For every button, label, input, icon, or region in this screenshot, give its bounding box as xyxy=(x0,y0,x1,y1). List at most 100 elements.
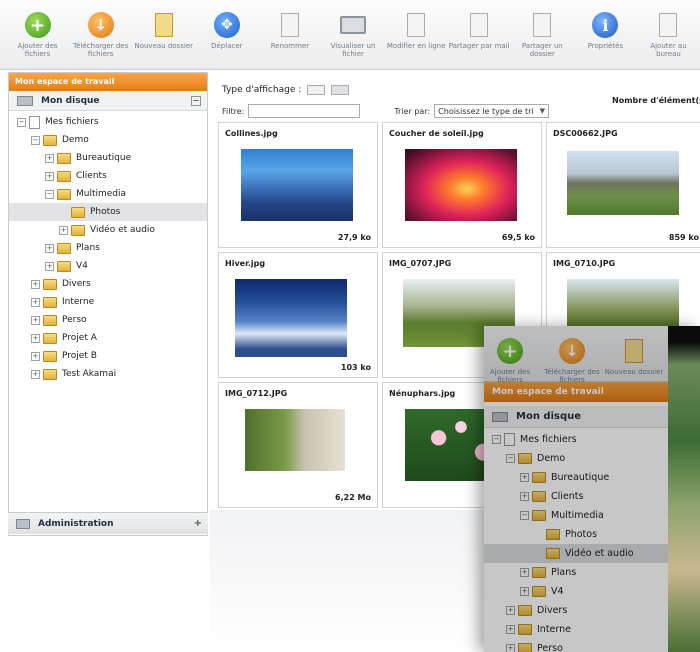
collapse-icon[interactable]: − xyxy=(191,95,201,106)
expand-toggle-icon[interactable]: + xyxy=(31,315,40,325)
share-folder-button[interactable]: Partager un dossier xyxy=(511,0,574,58)
file-card[interactable]: DSC00662.JPG 859 ko xyxy=(546,122,700,248)
tree-node-demo[interactable]: − Demo xyxy=(484,449,668,468)
tree-node-multimedia[interactable]: − Multimedia xyxy=(9,185,207,203)
collapse-toggle-icon[interactable]: − xyxy=(506,454,515,463)
tree-node-vid-o-et-audio[interactable]: + Vidéo et audio xyxy=(9,221,207,239)
tree-node-label: Interne xyxy=(62,297,95,307)
toolbar-button-label: Ajouter au bureau xyxy=(650,42,687,58)
rename-button[interactable]: Renommer xyxy=(258,0,321,50)
file-root-icon xyxy=(504,433,515,446)
tree-node-bureautique[interactable]: + Bureautique xyxy=(9,149,207,167)
sidebar: Mon espace de travail Mon disque − − Mes … xyxy=(8,72,208,536)
expand-toggle-icon[interactable]: + xyxy=(45,171,54,181)
new-folder-button[interactable]: Nouveau dossier xyxy=(132,0,195,50)
collapse-toggle-icon[interactable]: − xyxy=(17,117,26,127)
tree-node-perso[interactable]: + Perso xyxy=(9,311,207,329)
expand-toggle-icon[interactable]: + xyxy=(520,568,529,577)
share-mail-icon xyxy=(464,10,494,40)
expand-toggle-icon[interactable]: + xyxy=(31,297,40,307)
file-name: Coucher de soleil.jpg xyxy=(389,129,484,138)
tree-node-plans[interactable]: + Plans xyxy=(484,563,668,582)
plus-circle-button[interactable]: + Ajouter des fichiers xyxy=(6,0,69,58)
disk-header[interactable]: Mon disque − xyxy=(9,91,207,111)
expand-toggle-icon[interactable]: + xyxy=(506,644,515,652)
edit-online-button[interactable]: Modifier en ligne xyxy=(385,0,448,50)
thumbnail-view-button[interactable] xyxy=(331,85,350,95)
tree-node-label: V4 xyxy=(76,261,88,271)
tree-node-mes-fichiers[interactable]: − Mes fichiers xyxy=(9,113,207,131)
sheet-glyph xyxy=(470,13,489,37)
expand-toggle-icon[interactable]: + xyxy=(31,279,40,289)
file-card[interactable]: IMG_0712.JPG 6,22 Mo xyxy=(218,382,378,508)
expand-icon[interactable]: + xyxy=(194,518,202,529)
folder-icon xyxy=(43,350,57,362)
tree-node-v4[interactable]: + V4 xyxy=(9,257,207,275)
tree-node-label: Mes fichiers xyxy=(45,117,99,127)
tree-node-v4[interactable]: + V4 xyxy=(484,582,668,601)
tree-node-label: Vidéo et audio xyxy=(565,548,634,559)
download-circle-button[interactable]: ↓ Télécharger des fichiers xyxy=(69,0,132,58)
folder-icon xyxy=(57,260,71,272)
share-mail-button[interactable]: Partager par mail xyxy=(448,0,511,50)
expand-toggle-icon[interactable]: + xyxy=(506,625,515,634)
collapse-toggle-icon[interactable]: − xyxy=(492,435,501,444)
tree-node-plans[interactable]: + Plans xyxy=(9,239,207,257)
expand-toggle-icon[interactable]: + xyxy=(506,606,515,615)
tree-node-interne[interactable]: + Interne xyxy=(484,620,668,639)
tree-node-multimedia[interactable]: − Multimedia xyxy=(484,506,668,525)
add-desktop-button[interactable]: Ajouter au bureau xyxy=(637,0,700,58)
tree-node-projet-b[interactable]: + Projet B xyxy=(9,347,207,365)
expand-toggle-icon[interactable]: + xyxy=(31,333,40,343)
file-card[interactable]: Coucher de soleil.jpg 69,5 ko xyxy=(382,122,542,248)
sort-select[interactable]: Choisissez le type de tri ▼ xyxy=(434,104,550,118)
tree-node-photos[interactable]: Photos xyxy=(9,203,207,221)
collapse-toggle-icon[interactable]: − xyxy=(45,189,54,199)
tree-node-test-akamai[interactable]: + Test Akamai xyxy=(9,365,207,383)
expand-toggle-icon[interactable]: + xyxy=(45,153,54,163)
disk-label: Mon disque xyxy=(41,95,100,106)
administration-panel[interactable]: Administration + xyxy=(8,512,208,534)
file-card[interactable]: Hiver.jpg 103 ko xyxy=(218,252,378,378)
file-size: 103 ko xyxy=(340,363,371,372)
collapse-toggle-icon[interactable]: − xyxy=(31,135,40,145)
tree-node-projet-a[interactable]: + Projet A xyxy=(9,329,207,347)
view-file-button[interactable]: Visualiser un fichier xyxy=(321,0,384,58)
tree-node-clients[interactable]: + Clients xyxy=(484,487,668,506)
sheet-glyph xyxy=(280,13,299,37)
tree-node-divers[interactable]: + Divers xyxy=(484,601,668,620)
expand-toggle-icon[interactable]: + xyxy=(45,243,54,253)
tree-node-interne[interactable]: + Interne xyxy=(9,293,207,311)
download-circle-button[interactable]: ↓ Télécharger des fichiers xyxy=(540,326,604,384)
tree-node-demo[interactable]: − Demo xyxy=(9,131,207,149)
expand-toggle-icon[interactable]: + xyxy=(31,369,40,379)
overlay-workspace-header: Mon espace de travail xyxy=(484,382,668,402)
tree-node-label: Multimedia xyxy=(76,189,127,199)
overlay-disk-header[interactable]: Mon disque xyxy=(484,406,668,428)
tree-node-bureautique[interactable]: + Bureautique xyxy=(484,468,668,487)
expand-toggle-icon[interactable]: + xyxy=(520,492,529,501)
move-button[interactable]: ✥ Déplacer xyxy=(195,0,258,50)
plus-circle-icon: + xyxy=(495,336,525,366)
expand-toggle-icon[interactable]: + xyxy=(520,587,529,596)
new-folder-button[interactable]: Nouveau dossier xyxy=(602,326,666,376)
tree-node-perso[interactable]: + Perso xyxy=(484,639,668,652)
list-view-button[interactable] xyxy=(307,85,326,95)
tree-node-mes-fichiers[interactable]: − Mes fichiers xyxy=(484,430,668,449)
filter-input[interactable] xyxy=(248,104,361,118)
tree-node-divers[interactable]: + Divers xyxy=(9,275,207,293)
plus-circle-button[interactable]: + Ajouter des fichiers xyxy=(484,326,542,384)
folder-icon xyxy=(57,170,71,182)
collapse-toggle-icon[interactable]: − xyxy=(520,511,529,520)
tree-node-photos[interactable]: Photos xyxy=(484,525,668,544)
file-card[interactable]: Collines.jpg 27,9 ko xyxy=(218,122,378,248)
expand-toggle-icon[interactable]: + xyxy=(31,351,40,361)
tree-node-label: Photos xyxy=(90,207,121,217)
expand-toggle-icon[interactable]: + xyxy=(45,261,54,271)
info-button[interactable]: i Propriétés xyxy=(574,0,637,50)
tree-node-vid-o-et-audio[interactable]: Vidéo et audio xyxy=(484,544,668,563)
expand-toggle-icon[interactable]: + xyxy=(59,225,68,235)
expand-toggle-icon[interactable]: + xyxy=(520,473,529,482)
tree-node-clients[interactable]: + Clients xyxy=(9,167,207,185)
new-folder-icon xyxy=(619,336,649,366)
